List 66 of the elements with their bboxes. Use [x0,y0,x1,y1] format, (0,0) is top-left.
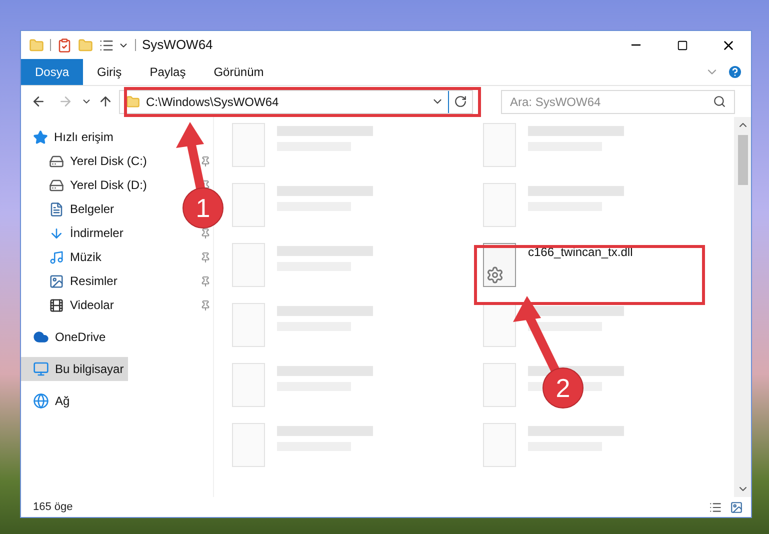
forward-arrow-icon[interactable] [58,94,73,109]
sidebar-label: Resimler [70,273,118,290]
properties-icon[interactable] [57,38,72,52]
sidebar-label: Yerel Disk (D:) [70,177,147,194]
sidebar-label: Belgeler [70,201,114,218]
sidebar-item[interactable]: Ağ [21,389,74,413]
ribbon-tab[interactable]: Görünüm [200,59,278,85]
star-icon [33,130,48,144]
large-icons-view-icon[interactable] [730,500,743,514]
search-icon[interactable] [713,95,726,108]
sidebar-item[interactable]: İndirmeler [21,221,128,245]
numbered-arrow-callout: 2 [513,296,584,408]
address-path: C:\Windows\SysWOW64 [146,94,280,110]
folder-icon[interactable] [78,38,93,52]
view-list-icon[interactable] [99,38,114,52]
scrollbar-thumb[interactable] [738,135,748,185]
maximize-icon [676,40,688,50]
sidebar-item[interactable]: Resimler [21,269,122,293]
pin-icon[interactable] [200,156,211,166]
pin-icon[interactable] [200,228,211,238]
help-icon[interactable] [727,64,743,80]
scrollbar[interactable] [734,117,751,497]
film-icon [49,298,64,312]
monitor-icon [33,361,49,377]
ribbon-tab[interactable]: Paylaş [136,59,200,85]
item-count: 165 öge [33,500,73,515]
sidebar-label: Ağ [55,393,70,410]
sidebar-label: Müzik [70,249,102,266]
sidebar-item[interactable]: Yerel Disk (C:) [21,149,151,173]
numbered-arrow-callout: 1 [176,122,224,228]
folder-icon[interactable] [29,38,44,52]
sidebar-label: Hızlı erişim [54,129,114,146]
sidebar-label: İndirmeler [70,225,124,242]
picture-icon [49,274,64,288]
file-name[interactable]: c166_twincan_tx.dll [528,243,633,261]
sidebar-item[interactable]: Hızlı erişim [21,125,118,149]
globe-icon [33,393,49,409]
document-icon [49,202,64,216]
music-note-icon [49,250,64,264]
sidebar-item[interactable]: OneDrive [21,325,110,349]
ribbon-tab[interactable]: Giriş [83,59,136,85]
dll-file-icon[interactable] [483,243,516,287]
sidebar-item[interactable]: Yerel Disk (D:) [21,173,151,197]
details-view-icon[interactable] [709,500,722,514]
sidebar-label: Videolar [70,297,114,314]
address-field[interactable]: C:\Windows\SysWOW64 [119,90,473,114]
search-field[interactable]: Ara: SysWOW64 [501,90,735,114]
sidebar-label: Bu bilgisayar [55,361,124,378]
sidebar-label: Yerel Disk (C:) [70,153,147,170]
pin-icon[interactable] [200,252,211,262]
cloud-icon [33,329,49,345]
sidebar-item[interactable]: Belgeler [21,197,118,221]
pin-icon[interactable] [200,276,211,286]
refresh-icon[interactable] [454,95,467,108]
drive-icon [49,154,64,168]
search-input[interactable]: Ara: SysWOW64 [510,92,713,110]
ribbon-tab[interactable]: Dosya [21,59,84,85]
download-icon [49,226,64,240]
sidebar-item[interactable]: Videolar [21,293,118,317]
drive-icon [49,178,64,192]
window-title: SysWOW64 [142,36,213,54]
sidebar-item[interactable]: Müzik [21,245,106,269]
sidebar-item[interactable]: Bu bilgisayar [21,357,128,381]
sidebar-label: OneDrive [55,329,106,346]
pin-icon[interactable] [200,300,211,310]
folder-icon [126,94,140,108]
